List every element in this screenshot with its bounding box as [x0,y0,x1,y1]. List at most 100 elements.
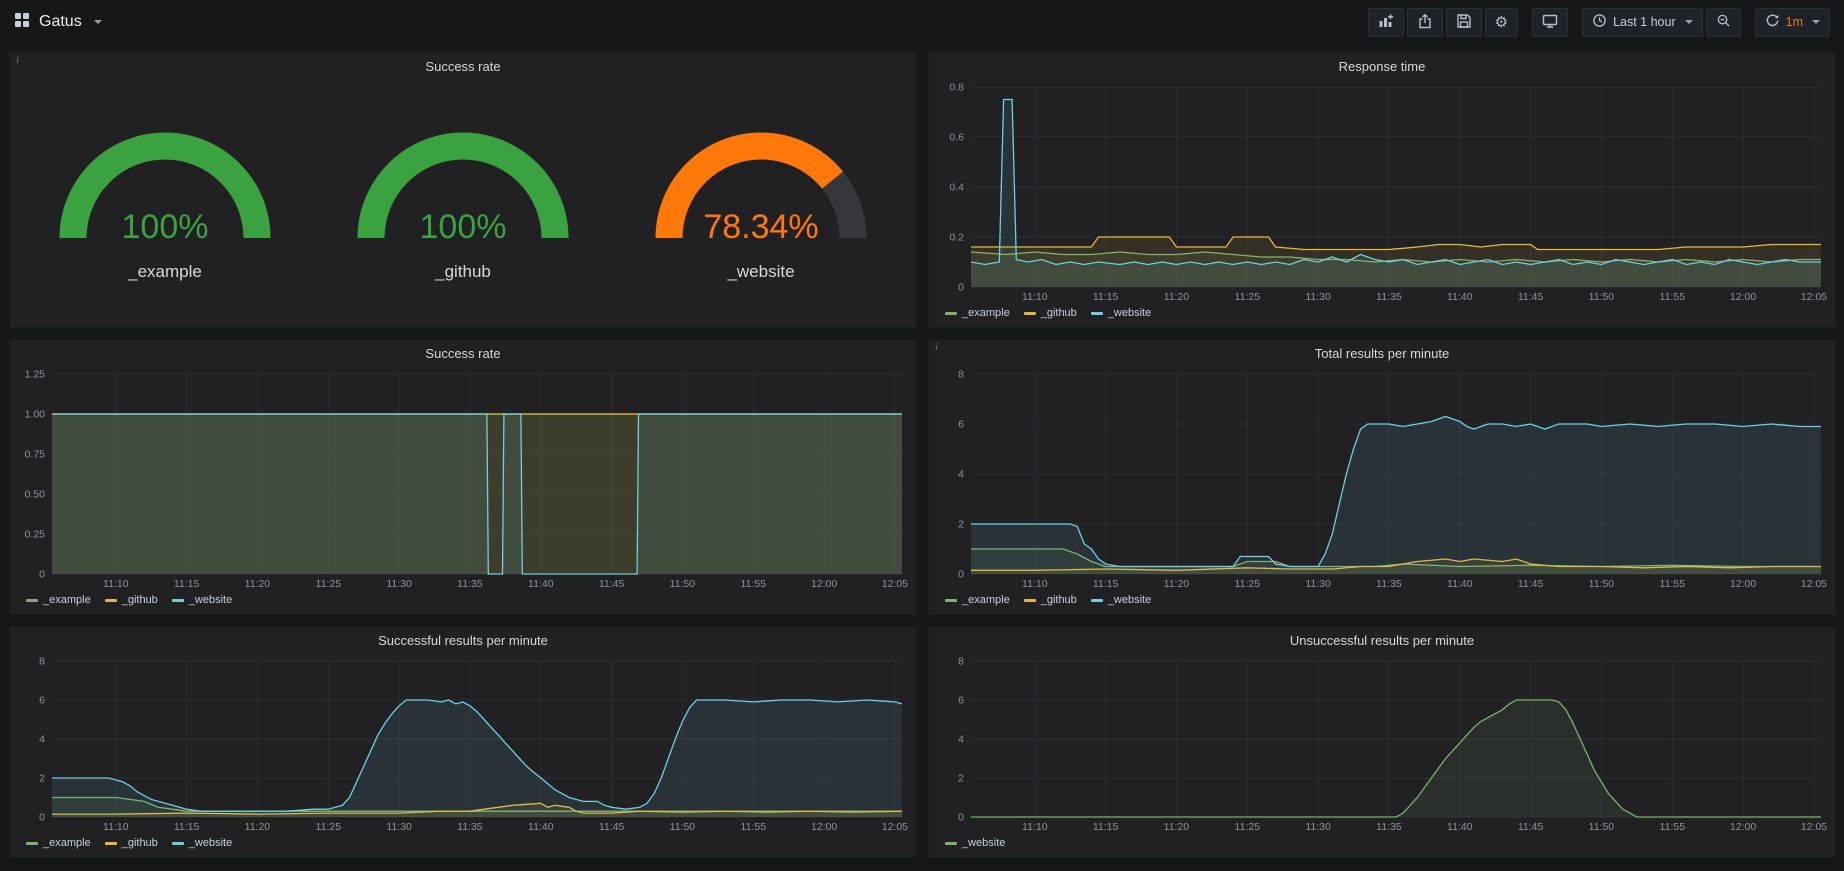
svg-text:11:25: 11:25 [316,821,342,833]
svg-text:11:55: 11:55 [741,578,767,590]
panel-title-text: Total results per minute [1315,346,1449,361]
chart-canvas-total-results[interactable]: 11:1011:1511:2011:2511:3011:3511:4011:45… [935,366,1829,592]
svg-text:11:20: 11:20 [1164,578,1190,590]
chart-legend: _example _github _website [16,592,910,606]
panel-title-text: Success rate [425,346,500,361]
time-range-button[interactable]: Last 1 hour [1582,8,1703,37]
save-icon [1456,13,1472,32]
svg-text:8: 8 [958,369,964,381]
svg-text:11:25: 11:25 [316,578,342,590]
share-button[interactable] [1407,8,1443,37]
chart-canvas-response-time[interactable]: 11:1011:1511:2011:2511:3011:3511:4011:45… [935,79,1829,305]
zoom-out-icon [1716,13,1731,31]
panel-title[interactable]: Success rate [10,53,916,79]
chart-canvas-unsuccessful-results[interactable]: 11:1011:1511:2011:2511:3011:3511:4011:45… [935,653,1829,835]
svg-text:11:45: 11:45 [1518,291,1544,303]
panel-title[interactable]: Total results per minute [929,340,1835,366]
svg-text:8: 8 [958,656,964,668]
svg-text:11:30: 11:30 [386,578,412,590]
add-panel-button[interactable] [1368,8,1404,37]
navbar: Gatus ⚙ Last 1 hour 1m [0,0,1844,44]
panel-info-icon[interactable]: i [935,341,938,353]
panel-response-time: Response time 11:1011:1511:2011:2511:301… [928,52,1836,328]
gauge-arc: 78.34% [646,108,876,258]
dashboard-grid-icon[interactable] [14,12,30,33]
gauge-row: 100%_example100%_github78.34%_website [10,79,916,327]
svg-text:2: 2 [958,519,964,531]
gauge-example: 100%_example [50,108,280,282]
svg-text:11:20: 11:20 [245,578,271,590]
refresh-icon [1765,13,1780,31]
chart-canvas-successful-results[interactable]: 11:1011:1511:2011:2511:3011:3511:4011:45… [16,653,910,835]
svg-text:11:30: 11:30 [1305,578,1331,590]
svg-text:11:15: 11:15 [1093,578,1119,590]
svg-text:11:35: 11:35 [457,578,483,590]
svg-text:0.75: 0.75 [25,449,46,461]
legend-item-github[interactable]: _github [105,837,158,849]
svg-text:0: 0 [39,812,45,824]
legend-item-example[interactable]: _example [945,307,1010,319]
svg-text:11:40: 11:40 [528,821,554,833]
legend-item-website[interactable]: _website [945,837,1005,849]
panel-info-icon[interactable]: i [16,54,19,66]
svg-text:11:55: 11:55 [1660,291,1686,303]
monitor-icon [1542,13,1558,32]
legend-item-example[interactable]: _example [945,594,1010,606]
gauge-label: _example [128,262,202,282]
legend-item-example[interactable]: _example [26,594,91,606]
svg-text:11:20: 11:20 [1164,291,1190,303]
legend-item-website[interactable]: _website [172,837,232,849]
dashboard-title[interactable]: Gatus [39,13,82,31]
legend-item-website[interactable]: _website [1091,307,1151,319]
add-panel-icon [1378,13,1394,32]
svg-text:0.4: 0.4 [949,182,964,194]
svg-text:11:55: 11:55 [741,821,767,833]
svg-text:12:05: 12:05 [882,821,908,833]
svg-text:78.34%: 78.34% [703,208,818,246]
panel-successful-results: Successful results per minute 11:1011:15… [9,626,917,858]
svg-text:0: 0 [958,812,964,824]
panel-title[interactable]: Successful results per minute [10,627,916,653]
svg-text:11:35: 11:35 [1376,821,1402,833]
svg-text:11:10: 11:10 [1022,821,1048,833]
svg-text:11:45: 11:45 [1518,578,1544,590]
legend-item-website[interactable]: _website [172,594,232,606]
svg-text:11:40: 11:40 [1447,821,1473,833]
svg-text:11:20: 11:20 [245,821,271,833]
dashboard-title-caret-icon[interactable] [94,20,102,24]
legend-item-github[interactable]: _github [105,594,158,606]
gauge-github: 100%_github [348,108,578,282]
svg-text:11:15: 11:15 [174,578,200,590]
svg-text:11:35: 11:35 [457,821,483,833]
panel-title[interactable]: Unsuccessful results per minute [929,627,1835,653]
chart-canvas-success-rate[interactable]: 11:1011:1511:2011:2511:3011:3511:4011:45… [16,366,910,592]
svg-text:11:35: 11:35 [1376,578,1402,590]
svg-text:12:00: 12:00 [1730,291,1756,303]
clock-icon [1592,13,1607,31]
time-range-label: Last 1 hour [1613,15,1676,29]
svg-text:11:55: 11:55 [1660,578,1686,590]
settings-button[interactable]: ⚙ [1485,8,1518,37]
legend-item-github[interactable]: _github [1024,594,1077,606]
refresh-button[interactable]: 1m [1755,8,1830,37]
panel-title[interactable]: Success rate [10,340,916,366]
svg-text:12:00: 12:00 [811,821,837,833]
svg-text:12:00: 12:00 [1730,578,1756,590]
tv-mode-button[interactable] [1532,8,1568,37]
svg-text:0.6: 0.6 [949,132,964,144]
legend-item-example[interactable]: _example [26,837,91,849]
zoom-out-button[interactable] [1706,8,1741,37]
gauge-website: 78.34%_website [646,108,876,282]
svg-text:0: 0 [39,569,45,581]
panel-success-rate-gauges: i Success rate 100%_example100%_github78… [9,52,917,328]
legend-item-github[interactable]: _github [1024,307,1077,319]
save-button[interactable] [1446,8,1482,37]
gauge-arc: 100% [348,108,578,258]
svg-text:8: 8 [39,656,45,668]
svg-text:11:25: 11:25 [1235,821,1261,833]
legend-item-website[interactable]: _website [1091,594,1151,606]
svg-text:11:10: 11:10 [1022,291,1048,303]
svg-text:11:50: 11:50 [1589,291,1615,303]
svg-text:11:15: 11:15 [174,821,200,833]
panel-title[interactable]: Response time [929,53,1835,79]
